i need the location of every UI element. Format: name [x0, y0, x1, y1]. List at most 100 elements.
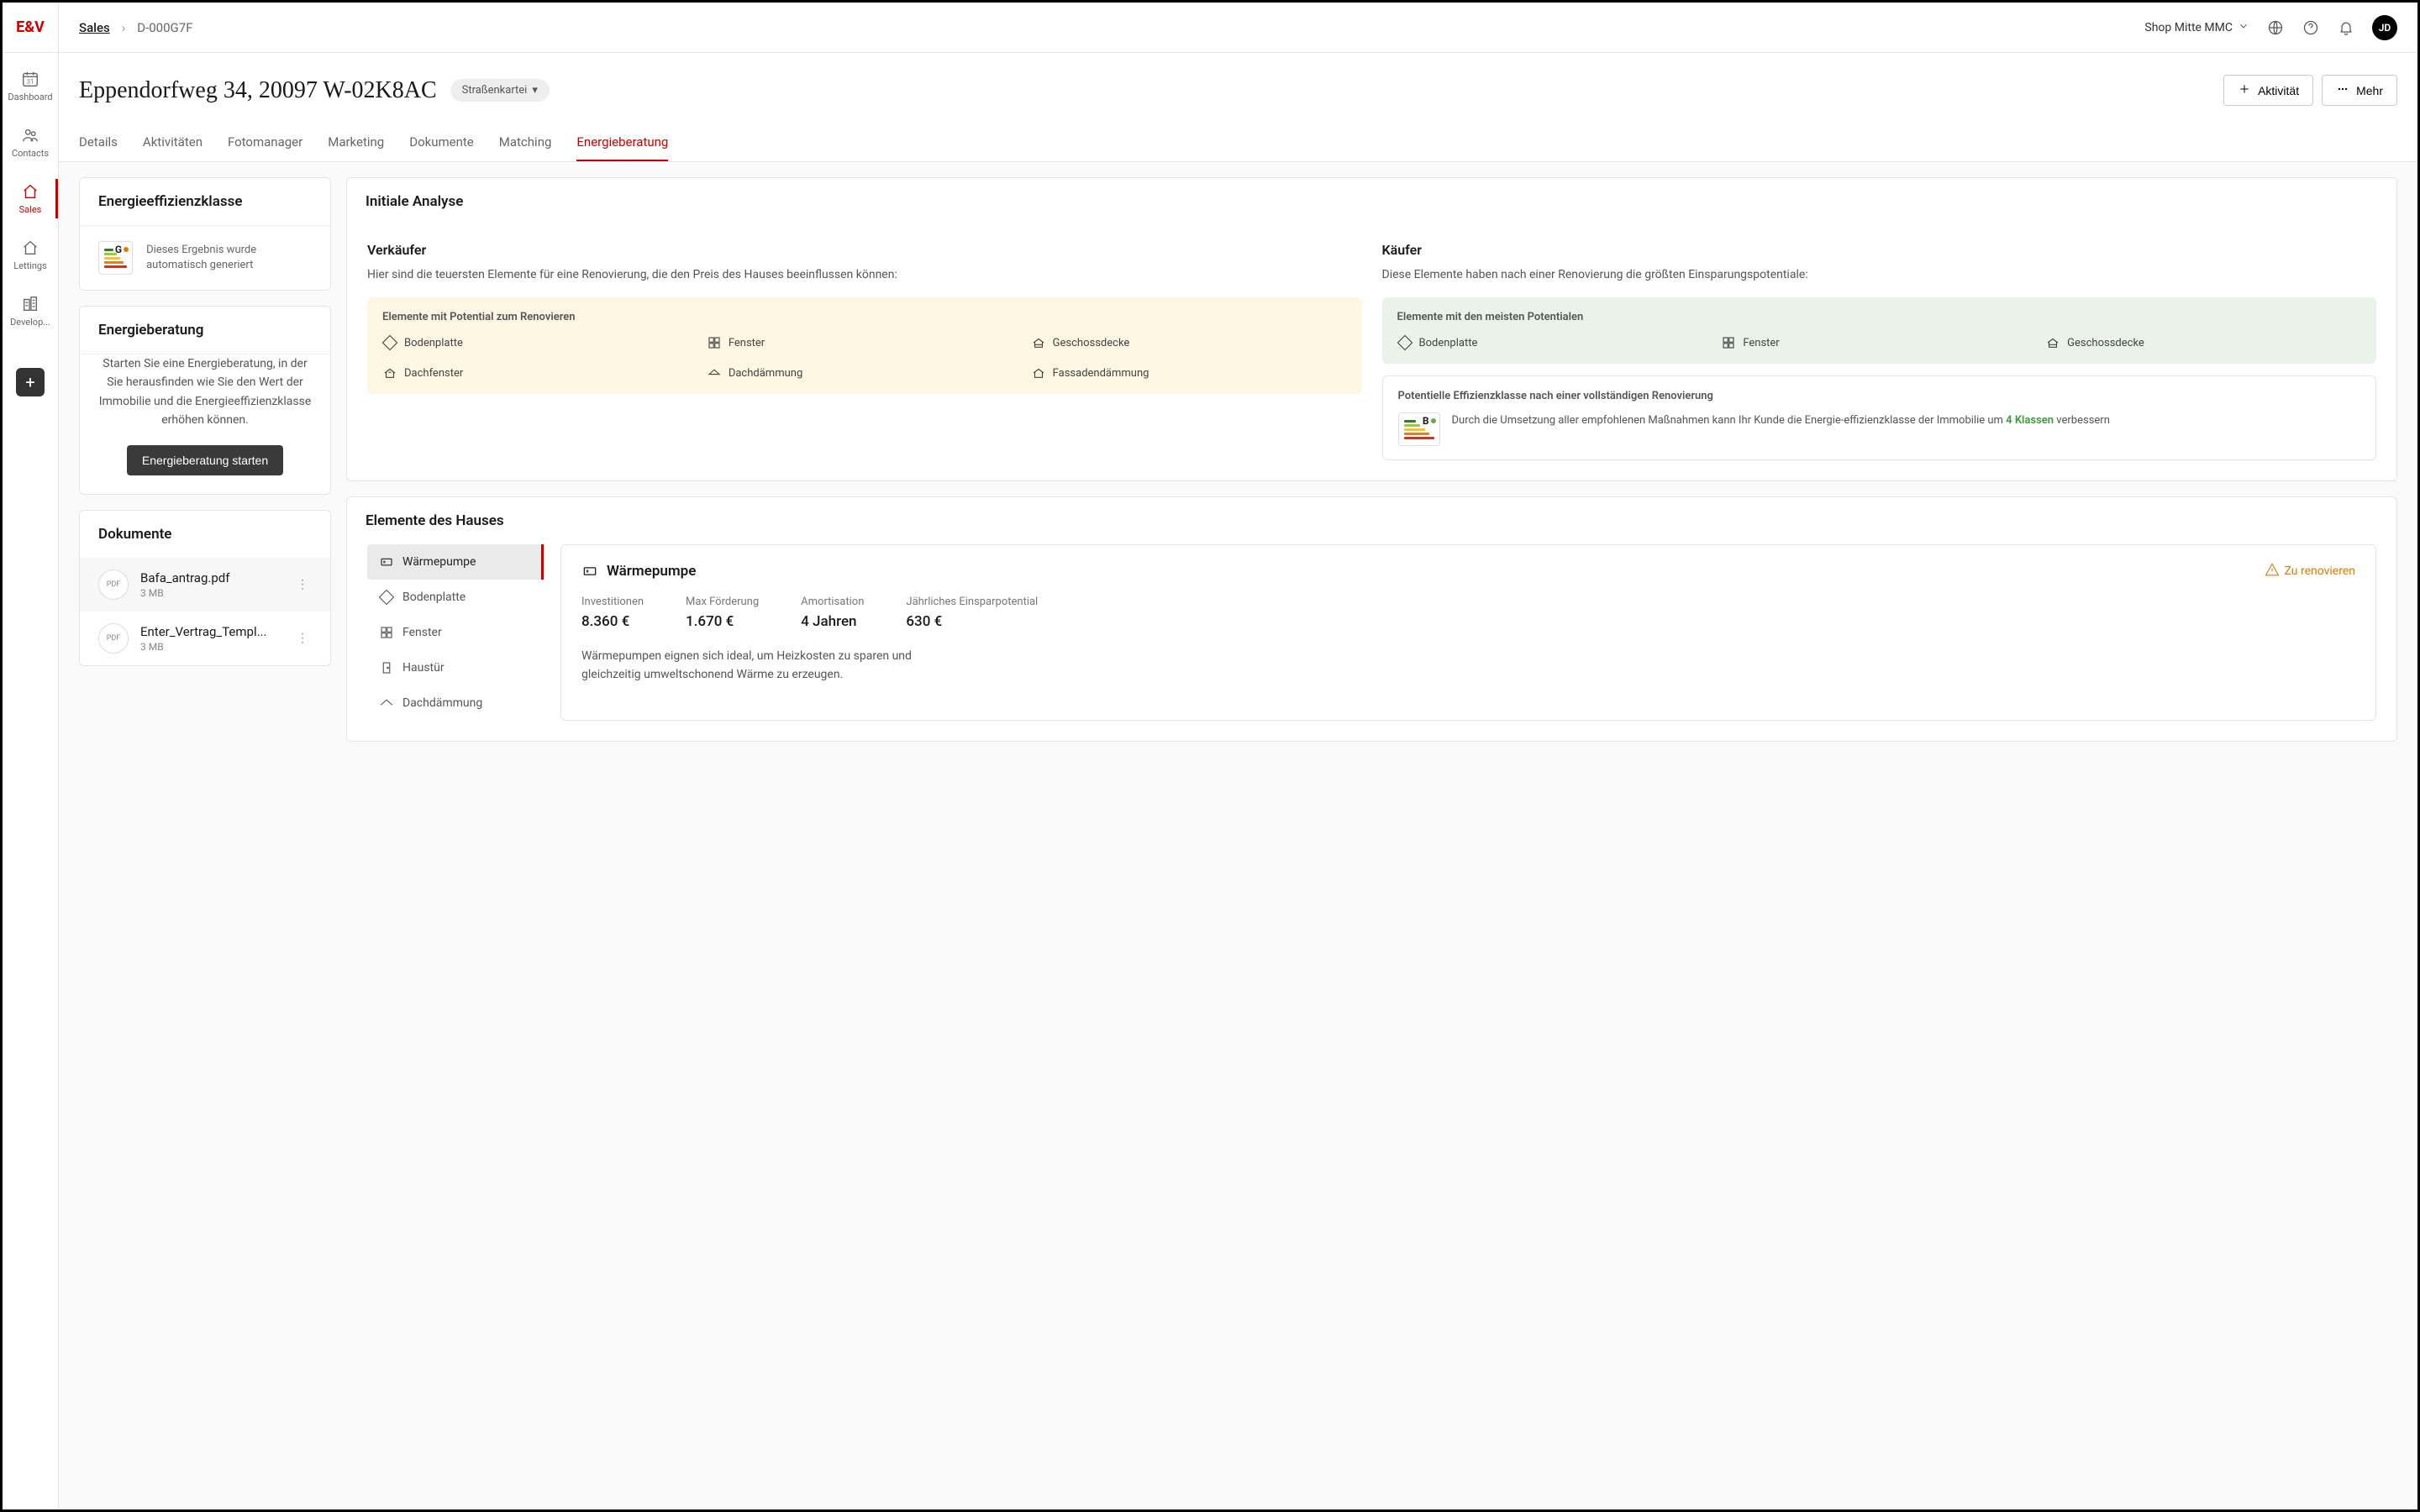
potential-dot: [1431, 418, 1436, 423]
efficiency-letter: G: [115, 244, 122, 255]
help-icon[interactable]: [2302, 18, 2320, 37]
tabs: Details Aktivitäten Fotomanager Marketin…: [79, 124, 2397, 161]
documents-card: Dokumente PDF Bafa_antrag.pdf 3 MB ⋮ PDF: [79, 510, 331, 666]
document-name: Enter_Vertrag_Templ...: [140, 624, 281, 639]
stat-investment: Investitionen8.360 €: [581, 596, 644, 630]
topbar: Sales › D-000G7F Shop Mitte MMC JD: [59, 3, 2417, 53]
plus-icon: +: [25, 372, 34, 392]
element-fenster: Fenster: [1721, 335, 2037, 350]
sidebar-item-label: Dashboard: [8, 92, 52, 102]
tab-dokumente[interactable]: Dokumente: [409, 124, 474, 161]
plus-icon: [2238, 82, 2251, 98]
tab-aktivitaeten[interactable]: Aktivitäten: [143, 124, 203, 161]
sidebar-item-contacts[interactable]: Contacts: [3, 126, 58, 159]
warning-icon: [2265, 562, 2280, 580]
sidebar-item-sales[interactable]: Sales: [3, 182, 58, 215]
element-geschossdecke: Geschossdecke: [2045, 335, 2361, 350]
potential-box: Potentielle Effizienzklasse nach einer v…: [1382, 375, 2377, 460]
category-chip-label: Straßenkartei: [462, 84, 528, 97]
element-geschossdecke: Geschossdecke: [1031, 335, 1347, 350]
detail-description: Wärmepumpen eignen sich ideal, um Heizko…: [581, 647, 934, 685]
house-elements-card: Elemente des Hauses Wärmepumpe Bodenplat…: [346, 496, 2397, 742]
seller-text: Hier sind die teuersten Elemente für ein…: [367, 266, 1362, 284]
sidebar-item-label: Contacts: [12, 148, 49, 159]
efficiency-card-title: Energieeffizienzklasse: [80, 178, 330, 225]
document-size: 3 MB: [140, 641, 281, 653]
element-list-item-dachdaemmung[interactable]: Dachdämmung: [367, 685, 544, 721]
advice-text: Starten Sie eine Energieberatung, in der…: [98, 354, 312, 430]
tab-energieberatung[interactable]: Energieberatung: [576, 124, 668, 161]
add-button[interactable]: +: [16, 368, 45, 396]
element-fenster: Fenster: [707, 335, 1023, 350]
seller-box-title: Elemente mit Potential zum Renovieren: [382, 311, 1347, 323]
element-detail: Wärmepumpe Zu renovieren Investitionen8.…: [560, 544, 2376, 721]
house-sale-icon: [21, 182, 39, 201]
document-more-button[interactable]: ⋮: [293, 575, 312, 595]
people-icon: [21, 126, 39, 144]
element-list-item-bodenplatte[interactable]: Bodenplatte: [367, 580, 544, 615]
chevron-right-icon: ›: [122, 20, 126, 35]
buyer-box-title: Elemente mit den meisten Potentialen: [1397, 311, 2362, 323]
buyer-heading: Käufer: [1382, 242, 2377, 258]
avatar[interactable]: JD: [2372, 15, 2397, 40]
element-dachdaemmung: Dachdämmung: [707, 365, 1023, 381]
documents-card-title: Dokumente: [80, 511, 330, 558]
element-list-item-heatpump[interactable]: Wärmepumpe: [367, 544, 544, 580]
potential-title: Potentielle Effizienzklasse nach einer v…: [1398, 390, 2361, 402]
bell-icon[interactable]: [2337, 18, 2355, 37]
advice-card-title: Energieberatung: [80, 307, 330, 354]
chevron-down-icon: [2238, 20, 2249, 35]
tab-marketing[interactable]: Marketing: [328, 124, 384, 161]
seller-elements-box: Elemente mit Potential zum Renovieren Bo…: [367, 297, 1362, 394]
house-icon: [21, 239, 39, 257]
seller-column: Verkäufer Hier sind die teuersten Elemen…: [367, 242, 1362, 460]
breadcrumb: Sales › D-000G7F: [79, 20, 192, 35]
efficiency-rating-badge: G: [98, 241, 133, 275]
element-list-item-fenster[interactable]: Fenster: [367, 615, 544, 650]
pdf-icon: PDF: [98, 623, 129, 654]
breadcrumb-root[interactable]: Sales: [79, 20, 110, 35]
sidebar-item-label: Lettings: [13, 260, 47, 271]
document-name: Bafa_antrag.pdf: [140, 570, 281, 585]
svg-text:31: 31: [27, 78, 34, 86]
analysis-title: Initiale Analyse: [347, 178, 2396, 225]
element-list: Wärmepumpe Bodenplatte Fenster Haustür D…: [367, 544, 544, 721]
category-chip[interactable]: Straßenkartei ▾: [450, 79, 550, 102]
activity-button-label: Aktivität: [2258, 84, 2299, 97]
breadcrumb-id: D-000G7F: [137, 20, 192, 35]
sidebar-item-dashboard[interactable]: 31 Dashboard: [3, 70, 58, 102]
stat-amortisation: Amortisation4 Jahren: [801, 596, 864, 630]
potential-text: Durch die Umsetzung aller empfohlenen Ma…: [1452, 412, 2110, 429]
document-more-button[interactable]: ⋮: [293, 628, 312, 648]
document-row[interactable]: PDF Bafa_antrag.pdf 3 MB ⋮: [80, 558, 330, 612]
activity-button[interactable]: Aktivität: [2223, 75, 2313, 106]
start-advice-button[interactable]: Energieberatung starten: [127, 445, 283, 475]
dots-icon: [2336, 82, 2349, 98]
seller-heading: Verkäufer: [367, 242, 1362, 258]
potential-rating-badge: B: [1398, 412, 1440, 446]
house-elements-title: Elemente des Hauses: [347, 497, 2396, 544]
more-button[interactable]: Mehr: [2322, 75, 2397, 106]
buildings-icon: [21, 295, 39, 313]
buyer-elements-box: Elemente mit den meisten Potentialen Bod…: [1382, 297, 2377, 364]
shop-selector[interactable]: Shop Mitte MMC: [2144, 20, 2249, 35]
document-row[interactable]: PDF Enter_Vertrag_Templ... 3 MB ⋮: [80, 612, 330, 665]
stat-funding: Max Förderung1.670 €: [686, 596, 759, 630]
tab-details[interactable]: Details: [79, 124, 118, 161]
pdf-icon: PDF: [98, 570, 129, 600]
analysis-card: Initiale Analyse Verkäufer Hier sind die…: [346, 177, 2397, 481]
globe-icon[interactable]: [2266, 18, 2285, 37]
element-list-item-haustuer[interactable]: Haustür: [367, 650, 544, 685]
shop-selector-label: Shop Mitte MMC: [2144, 21, 2233, 34]
page-header: Eppendorfweg 34, 20097 W-02K8AC Straßenk…: [59, 53, 2417, 162]
detail-title: Wärmepumpe: [581, 563, 696, 580]
tab-matching[interactable]: Matching: [499, 124, 552, 161]
element-fassadendaemmung: Fassadendämmung: [1031, 365, 1347, 381]
renovate-tag: Zu renovieren: [2265, 562, 2355, 580]
calendar-icon: 31: [21, 70, 39, 88]
tab-fotomanager[interactable]: Fotomanager: [228, 124, 302, 161]
efficiency-card: Energieeffizienzklasse G Dies: [79, 177, 331, 291]
sidebar-item-lettings[interactable]: Lettings: [3, 239, 58, 271]
sidebar-item-developments[interactable]: Develop...: [3, 295, 58, 328]
sidebar-item-label: Sales: [19, 204, 42, 215]
